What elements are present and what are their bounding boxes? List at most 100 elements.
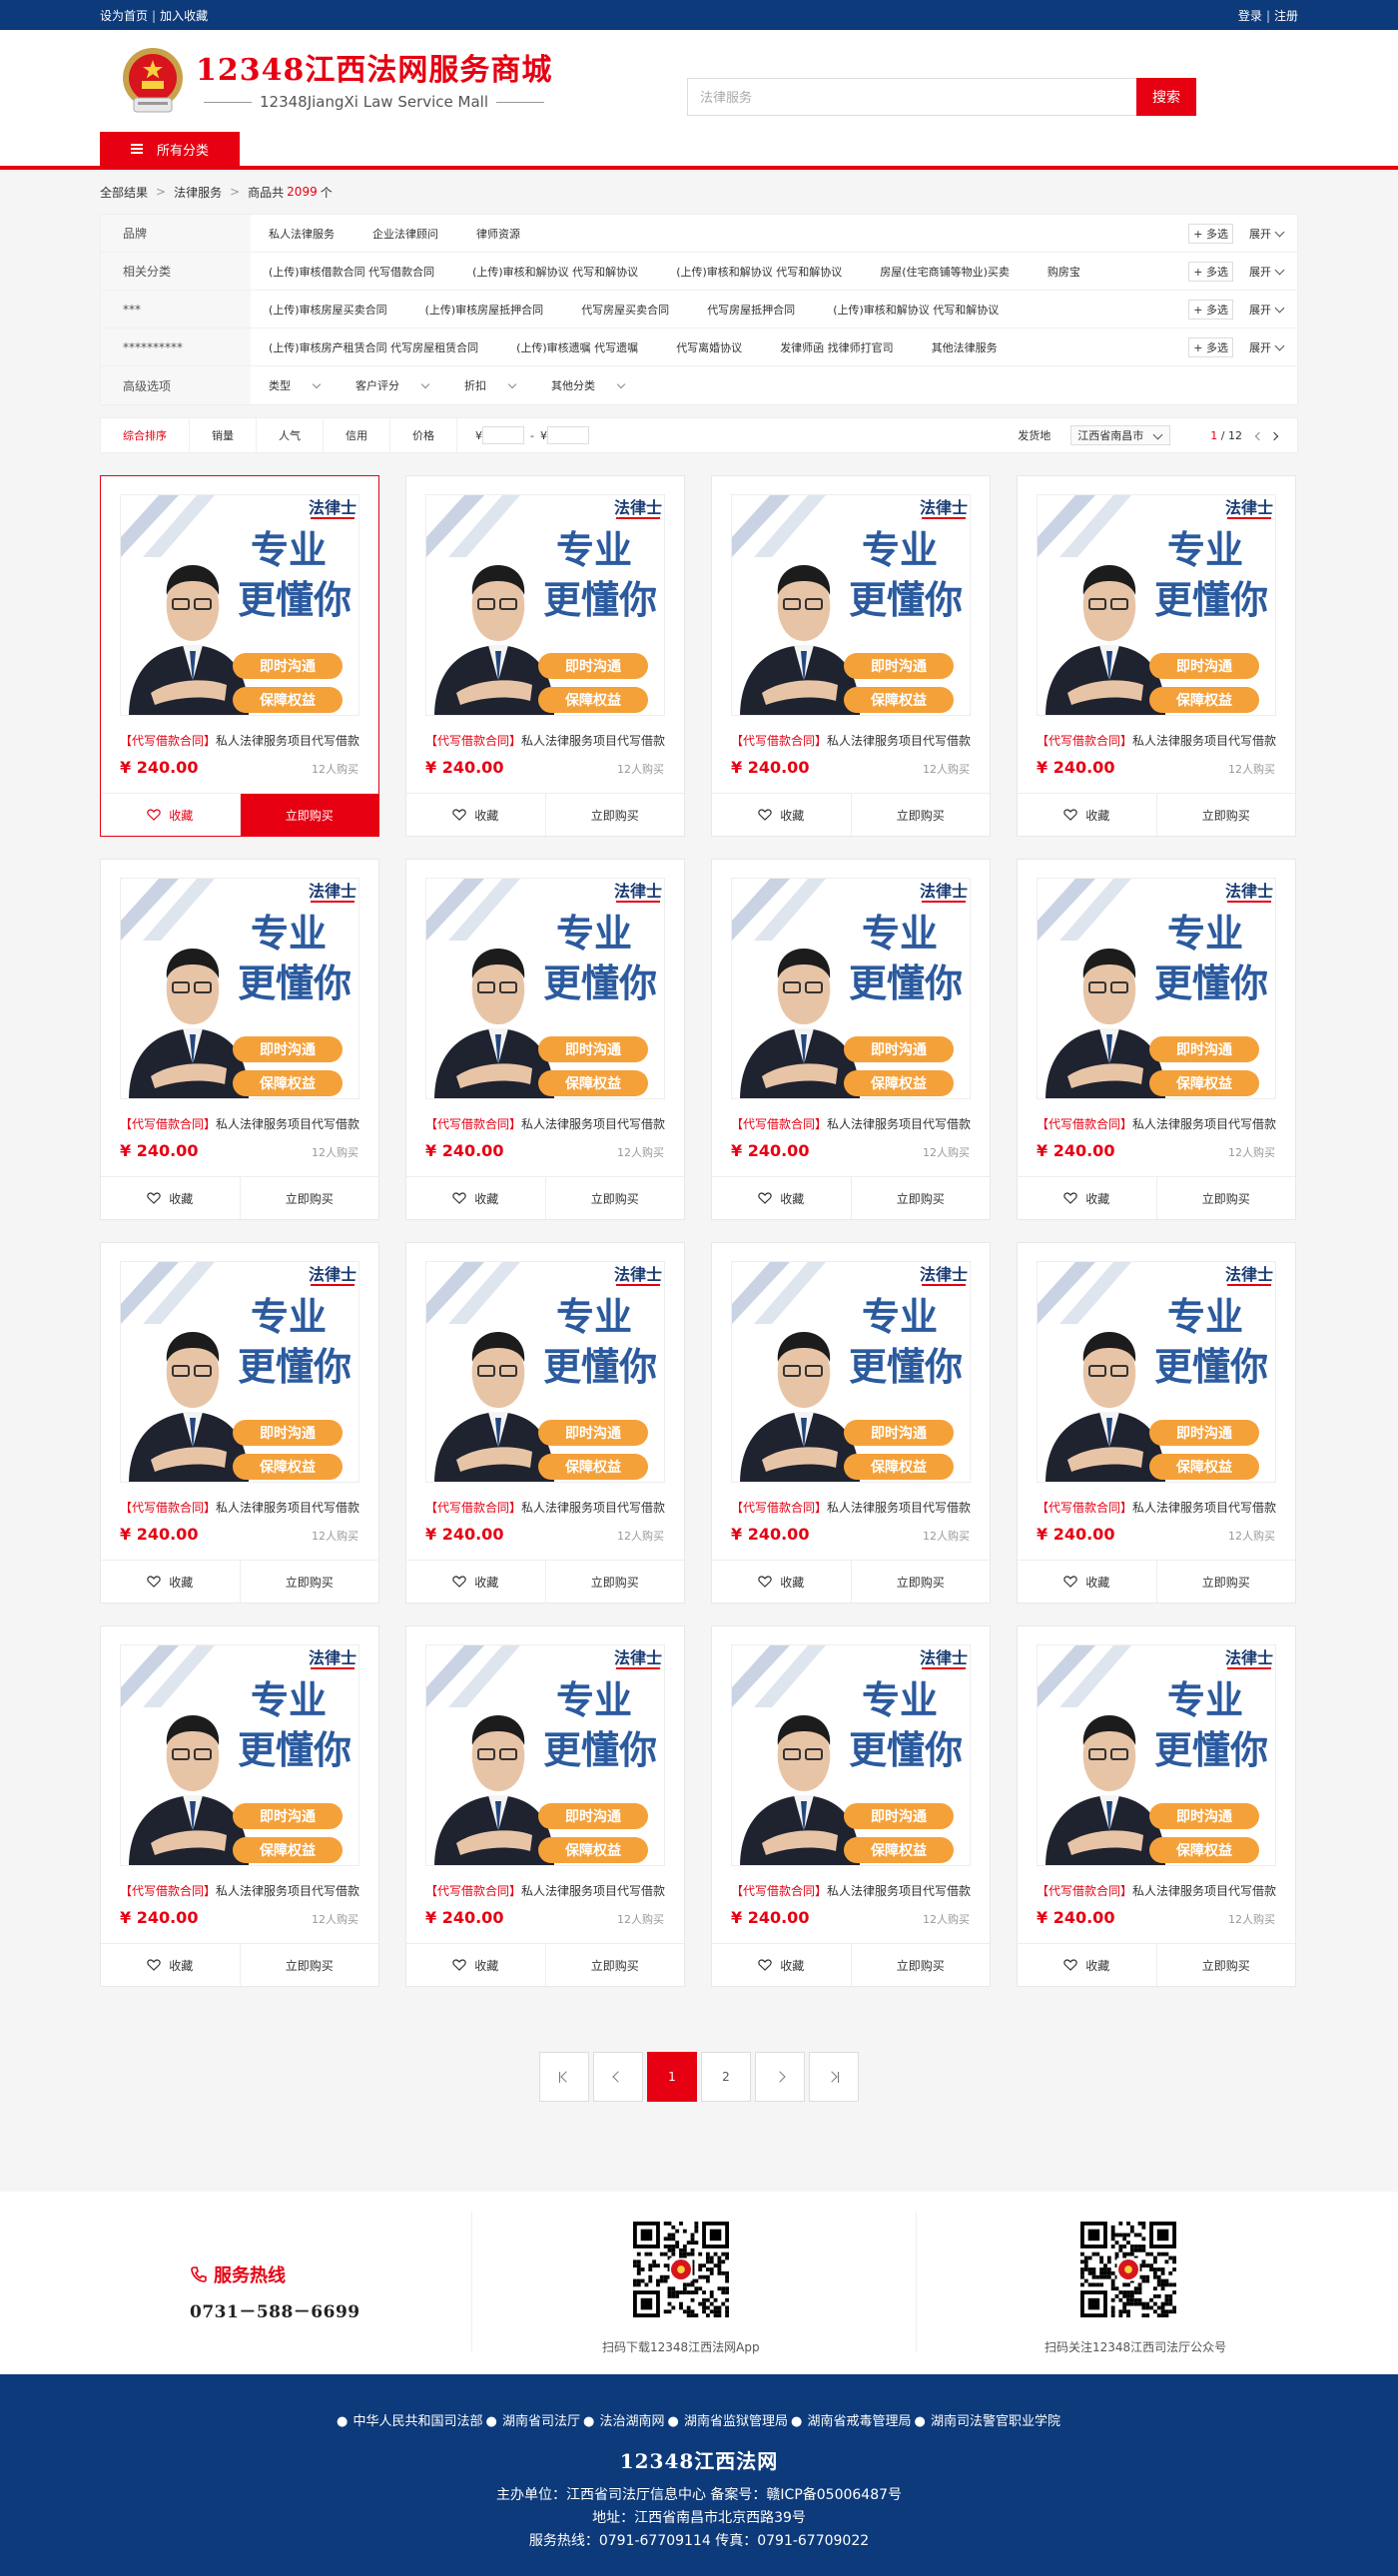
product-thumbnail[interactable]: 法律士 专业 更懂你 即时沟通 保障权益 xyxy=(425,494,665,716)
buy-now-button[interactable]: 立即购买 xyxy=(241,1561,379,1603)
prev-page-button[interactable] xyxy=(593,2052,643,2102)
product-title[interactable]: 【代写借款合同】私人法律服务项目代写借款合同 xyxy=(120,732,359,749)
product-card[interactable]: 法律士 专业 更懂你 即时沟通 保障权益 【代写借款合同】私人法律服务项目代写借… xyxy=(405,1625,685,1987)
product-card[interactable]: 法律士 专业 更懂你 即时沟通 保障权益 【代写借款合同】私人法律服务项目代写借… xyxy=(405,1242,685,1604)
set-homepage-link[interactable]: 设为首页 xyxy=(100,9,148,23)
product-card[interactable]: 法律士 专业 更懂你 即时沟通 保障权益 【代写借款合同】私人法律服务项目代写借… xyxy=(711,1242,991,1604)
favorite-button[interactable]: 收藏 xyxy=(101,1944,241,1986)
next-page-button[interactable] xyxy=(755,2052,805,2102)
product-card[interactable]: 法律士 专业 更懂你 即时沟通 保障权益 【代写借款合同】私人法律服务项目代写借… xyxy=(100,859,379,1220)
buy-now-button[interactable]: 立即购买 xyxy=(1157,1944,1296,1986)
filter-option[interactable]: (上传)审核和解协议 代写和解协议 xyxy=(833,302,999,318)
product-card[interactable]: 法律士 专业 更懂你 即时沟通 保障权益 【代写借款合同】私人法律服务项目代写借… xyxy=(1017,475,1296,837)
filter-option[interactable]: 代写房屋买卖合同 xyxy=(581,302,669,318)
footer-link[interactable]: ● 中华人民共和国司法部 xyxy=(337,2414,484,2429)
product-title[interactable]: 【代写借款合同】私人法律服务项目代写借款合同 xyxy=(425,1115,665,1132)
footer-link[interactable]: ● 湖南司法警官职业学院 xyxy=(915,2414,1062,2429)
product-card[interactable]: 法律士 专业 更懂你 即时沟通 保障权益 【代写借款合同】私人法律服务项目代写借… xyxy=(100,475,379,837)
favorite-button[interactable]: 收藏 xyxy=(1018,1561,1157,1603)
search-button[interactable]: 搜索 xyxy=(1136,78,1196,116)
multi-select-button[interactable]: + 多选 xyxy=(1188,299,1233,320)
filter-option[interactable]: (上传)审核借款合同 代写借款合同 xyxy=(269,264,434,280)
sort-default[interactable]: 综合排序 xyxy=(101,418,190,452)
buy-now-button[interactable]: 立即购买 xyxy=(852,794,991,836)
advanced-dropdown[interactable]: 类型 xyxy=(269,377,338,393)
product-title[interactable]: 【代写借款合同】私人法律服务项目代写借款合同 xyxy=(731,732,971,749)
product-card[interactable]: 法律士 专业 更懂你 即时沟通 保障权益 【代写借款合同】私人法律服务项目代写借… xyxy=(711,859,991,1220)
product-thumbnail[interactable]: 法律士 专业 更懂你 即时沟通 保障权益 xyxy=(731,494,971,716)
register-link[interactable]: 注册 xyxy=(1274,9,1298,23)
product-thumbnail[interactable]: 法律士 专业 更懂你 即时沟通 保障权益 xyxy=(731,878,971,1099)
product-title[interactable]: 【代写借款合同】私人法律服务项目代写借款合同 xyxy=(120,1499,359,1516)
product-thumbnail[interactable]: 法律士 专业 更懂你 即时沟通 保障权益 xyxy=(425,878,665,1099)
product-title[interactable]: 【代写借款合同】私人法律服务项目代写借款合同 xyxy=(1037,732,1276,749)
price-max-input[interactable] xyxy=(546,426,589,444)
sort-credit[interactable]: 信用 xyxy=(324,418,390,452)
page-2-button[interactable]: 2 xyxy=(701,2052,751,2102)
product-thumbnail[interactable]: 法律士 专业 更懂你 即时沟通 保障权益 xyxy=(425,1644,665,1866)
product-card[interactable]: 法律士 专业 更懂你 即时沟通 保障权益 【代写借款合同】私人法律服务项目代写借… xyxy=(1017,1625,1296,1987)
advanced-dropdown[interactable]: 折扣 xyxy=(464,377,533,393)
expand-button[interactable]: 展开 xyxy=(1249,226,1285,242)
buy-now-button[interactable]: 立即购买 xyxy=(1157,794,1296,836)
product-title[interactable]: 【代写借款合同】私人法律服务项目代写借款合同 xyxy=(425,1499,665,1516)
favorite-button[interactable]: 收藏 xyxy=(406,794,546,836)
search-input[interactable] xyxy=(687,78,1136,116)
filter-option[interactable]: (上传)审核和解协议 代写和解协议 xyxy=(676,264,842,280)
product-title[interactable]: 【代写借款合同】私人法律服务项目代写借款合同 xyxy=(425,732,665,749)
filter-option[interactable]: 购房宝 xyxy=(1048,264,1080,280)
favorite-button[interactable]: 收藏 xyxy=(1018,1177,1157,1219)
expand-button[interactable]: 展开 xyxy=(1249,339,1285,355)
favorite-button[interactable]: 收藏 xyxy=(1018,1944,1157,1986)
favorite-button[interactable]: 收藏 xyxy=(101,1177,241,1219)
add-favorite-link[interactable]: 加入收藏 xyxy=(160,9,208,23)
buy-now-button[interactable]: 立即购买 xyxy=(546,1177,685,1219)
buy-now-button[interactable]: 立即购买 xyxy=(546,1944,685,1986)
product-thumbnail[interactable]: 法律士 专业 更懂你 即时沟通 保障权益 xyxy=(425,1261,665,1483)
filter-option[interactable]: 代写房屋抵押合同 xyxy=(707,302,795,318)
favorite-button[interactable]: 收藏 xyxy=(1018,794,1157,836)
footer-link[interactable]: ● 湖南省司法厅 xyxy=(486,2414,582,2429)
sort-price[interactable]: 价格 xyxy=(390,418,457,452)
product-thumbnail[interactable]: 法律士 专业 更懂你 即时沟通 保障权益 xyxy=(1037,1261,1276,1483)
product-title[interactable]: 【代写借款合同】私人法律服务项目代写借款合同 xyxy=(1037,1882,1276,1899)
filter-option[interactable]: 企业法律顾问 xyxy=(372,226,438,242)
product-thumbnail[interactable]: 法律士 专业 更懂你 即时沟通 保障权益 xyxy=(120,878,359,1099)
footer-link[interactable]: ● 湖南省监狱管理局 xyxy=(668,2414,790,2429)
product-card[interactable]: 法律士 专业 更懂你 即时沟通 保障权益 【代写借款合同】私人法律服务项目代写借… xyxy=(405,475,685,837)
buy-now-button[interactable]: 立即购买 xyxy=(1157,1177,1296,1219)
product-thumbnail[interactable]: 法律士 专业 更懂你 即时沟通 保障权益 xyxy=(120,1261,359,1483)
favorite-button[interactable]: 收藏 xyxy=(406,1944,546,1986)
product-title[interactable]: 【代写借款合同】私人法律服务项目代写借款合同 xyxy=(120,1882,359,1899)
footer-link[interactable]: ● 法治湖南网 xyxy=(583,2414,666,2429)
favorite-button[interactable]: 收藏 xyxy=(712,1177,852,1219)
filter-option[interactable]: 代写离婚协议 xyxy=(676,339,742,355)
buy-now-button[interactable]: 立即购买 xyxy=(241,1944,379,1986)
product-thumbnail[interactable]: 法律士 专业 更懂你 即时沟通 保障权益 xyxy=(120,1644,359,1866)
product-title[interactable]: 【代写借款合同】私人法律服务项目代写借款合同 xyxy=(731,1499,971,1516)
location-select[interactable]: 江西省南昌市 xyxy=(1070,425,1171,445)
product-thumbnail[interactable]: 法律士 专业 更懂你 即时沟通 保障权益 xyxy=(1037,1644,1276,1866)
buy-now-button[interactable]: 立即购买 xyxy=(546,794,685,836)
product-title[interactable]: 【代写借款合同】私人法律服务项目代写借款合同 xyxy=(1037,1115,1276,1132)
product-title[interactable]: 【代写借款合同】私人法律服务项目代写借款合同 xyxy=(1037,1499,1276,1516)
product-card[interactable]: 法律士 专业 更懂你 即时沟通 保障权益 【代写借款合同】私人法律服务项目代写借… xyxy=(405,859,685,1220)
buy-now-button[interactable]: 立即购买 xyxy=(546,1561,685,1603)
multi-select-button[interactable]: + 多选 xyxy=(1188,261,1233,282)
product-card[interactable]: 法律士 专业 更懂你 即时沟通 保障权益 【代写借款合同】私人法律服务项目代写借… xyxy=(1017,859,1296,1220)
buy-now-button[interactable]: 立即购买 xyxy=(241,1177,379,1219)
product-card[interactable]: 法律士 专业 更懂你 即时沟通 保障权益 【代写借款合同】私人法律服务项目代写借… xyxy=(100,1242,379,1604)
breadcrumb-root[interactable]: 全部结果 xyxy=(100,184,148,201)
favorite-button[interactable]: 收藏 xyxy=(712,1944,852,1986)
multi-select-button[interactable]: + 多选 xyxy=(1188,223,1233,244)
product-thumbnail[interactable]: 法律士 专业 更懂你 即时沟通 保障权益 xyxy=(731,1644,971,1866)
favorite-button[interactable]: 收藏 xyxy=(406,1561,546,1603)
product-title[interactable]: 【代写借款合同】私人法律服务项目代写借款合同 xyxy=(731,1115,971,1132)
prev-page-icon[interactable] xyxy=(1254,431,1263,440)
favorite-button[interactable]: 收藏 xyxy=(101,1561,241,1603)
product-card[interactable]: 法律士 专业 更懂你 即时沟通 保障权益 【代写借款合同】私人法律服务项目代写借… xyxy=(711,475,991,837)
product-thumbnail[interactable]: 法律士 专业 更懂你 即时沟通 保障权益 xyxy=(120,494,359,716)
filter-option[interactable]: 发律师函 找律师打官司 xyxy=(780,339,894,355)
login-link[interactable]: 登录 xyxy=(1238,9,1262,23)
product-title[interactable]: 【代写借款合同】私人法律服务项目代写借款合同 xyxy=(120,1115,359,1132)
